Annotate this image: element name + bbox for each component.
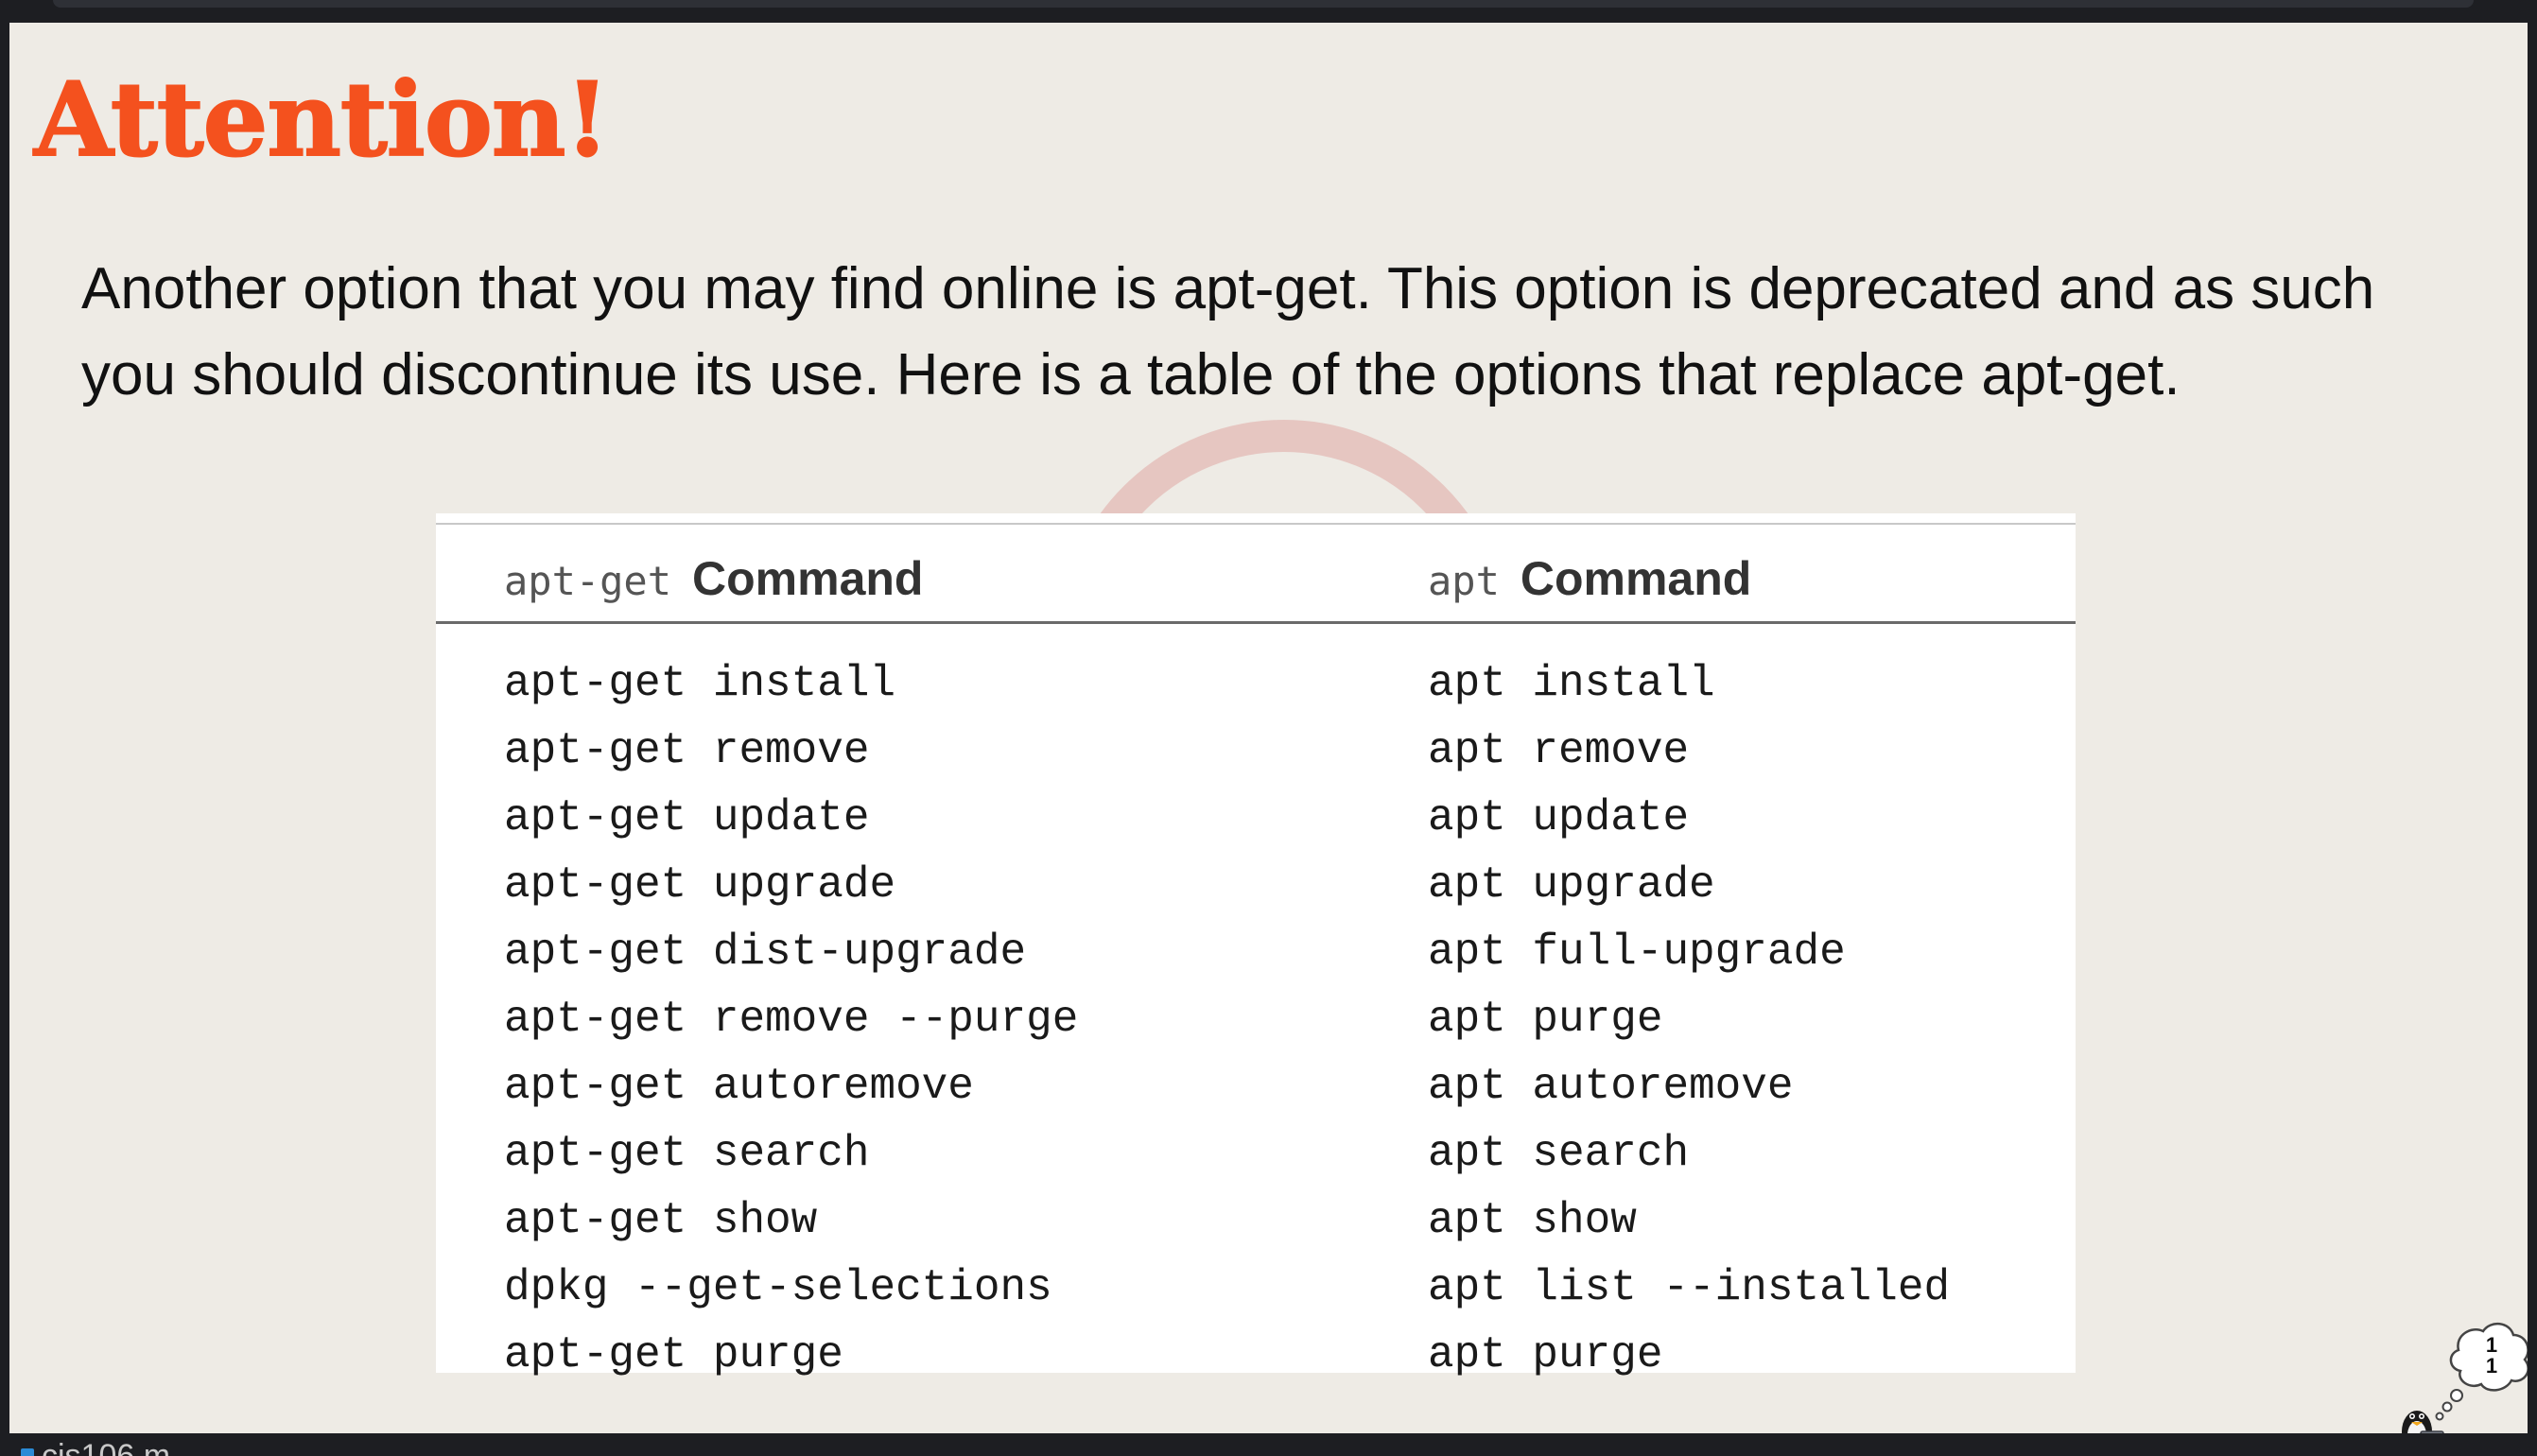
- table-row: apt-get dist-upgrade apt full-upgrade: [436, 919, 2076, 986]
- apt-get-cell: apt-get purge: [504, 1330, 843, 1379]
- apt-cell: apt show: [1428, 1196, 1637, 1245]
- status-bar-label[interactable]: cis106.m: [42, 1437, 170, 1456]
- file-icon: [21, 1448, 34, 1456]
- slide-body-text: Another option that you may find online …: [81, 256, 2375, 407]
- header-word: Command: [1520, 552, 1752, 605]
- apt-get-cell: apt-get remove: [504, 726, 870, 775]
- apt-cell: apt list --installed: [1428, 1263, 1951, 1312]
- table-row: apt-get remove --purge apt purge: [436, 986, 2076, 1053]
- command-table: apt-get Command apt Command apt-get instal…: [436, 513, 2076, 1379]
- table-row: apt-get upgrade apt upgrade: [436, 852, 2076, 919]
- slide: Attention! Another option that you may f…: [9, 23, 2528, 1433]
- apt-cell: apt autoremove: [1428, 1062, 1794, 1111]
- table-header-rule: [436, 621, 2076, 624]
- page-number-current: 1: [2485, 1333, 2498, 1357]
- apt-get-cell: apt-get dist-upgrade: [504, 927, 1027, 977]
- tux-penguin-icon: [2402, 1411, 2444, 1433]
- table-top-rule: [436, 523, 2076, 525]
- page-number-total: 1: [2485, 1354, 2498, 1378]
- slide-number-mascot[interactable]: 1 1: [2392, 1318, 2528, 1433]
- header-apt-command: apt Command: [1428, 551, 1751, 608]
- apt-cell: apt search: [1428, 1129, 1690, 1178]
- apt-get-cell: apt-get autoremove: [504, 1062, 974, 1111]
- table-row: apt-get purge apt purge: [436, 1322, 2076, 1389]
- apt-cell: apt purge: [1428, 1330, 1663, 1379]
- apt-cell: apt purge: [1428, 995, 1663, 1044]
- apt-get-cell: apt-get show: [504, 1196, 818, 1245]
- apt-get-cell: apt-get search: [504, 1129, 870, 1178]
- apt-cell: apt install: [1428, 659, 1715, 708]
- apt-cell: apt remove: [1428, 726, 1690, 775]
- header-apt-get-command: apt-get Command: [504, 551, 923, 608]
- header-code: apt: [1428, 558, 1500, 604]
- apt-get-cell: apt-get update: [504, 793, 870, 842]
- status-bar: cis106.m: [0, 1433, 2537, 1456]
- table-row: dpkg --get-selections apt list --install…: [436, 1255, 2076, 1322]
- apt-cell: apt full-upgrade: [1428, 927, 1846, 977]
- table-row: apt-get autoremove apt autoremove: [436, 1053, 2076, 1120]
- apt-cell: apt update: [1428, 793, 1690, 842]
- window-top-bar: [0, 0, 2537, 23]
- apt-get-cell: apt-get remove --purge: [504, 995, 1079, 1044]
- table-row: apt-get update apt update: [436, 785, 2076, 852]
- table-row: apt-get install apt install: [436, 650, 2076, 718]
- header-word: Command: [692, 552, 924, 605]
- table-body: apt-get install apt install apt-get remo…: [436, 650, 2076, 1389]
- table-row: apt-get show apt show: [436, 1187, 2076, 1255]
- apt-get-cell: apt-get upgrade: [504, 860, 896, 910]
- table-row: apt-get search apt search: [436, 1120, 2076, 1187]
- apt-get-cell: apt-get install: [504, 659, 896, 708]
- table-row: apt-get remove apt remove: [436, 718, 2076, 785]
- apt-get-cell: dpkg --get-selections: [504, 1263, 1052, 1312]
- slide-title: Attention!: [33, 60, 611, 181]
- header-code: apt-get: [504, 558, 672, 604]
- apt-cell: apt upgrade: [1428, 860, 1715, 910]
- window-top-bar-handle: [53, 0, 2474, 8]
